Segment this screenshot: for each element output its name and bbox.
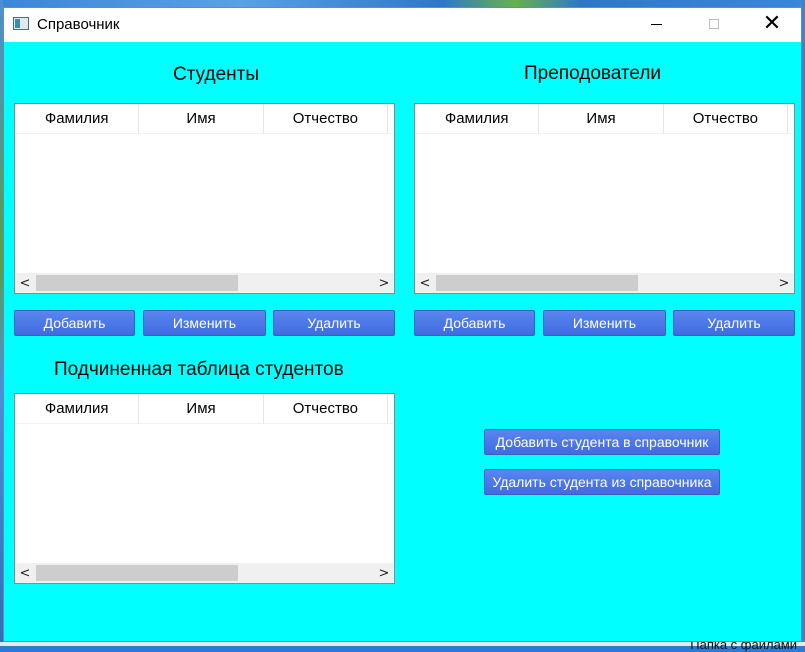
column-header-patronymic[interactable]: Отчество [263, 394, 389, 424]
sub-students-heading: Подчиненная таблица студентов [54, 359, 344, 380]
column-header-filler [388, 394, 394, 424]
teachers-heading: Преподователи [524, 63, 662, 84]
teachers-table-header: Фамилия Имя Отчество [415, 104, 794, 134]
column-header-surname[interactable]: Фамилия [15, 394, 140, 424]
students-heading: Студенты [173, 64, 260, 85]
maximize-button[interactable] [691, 8, 737, 40]
column-header-surname[interactable]: Фамилия [15, 104, 140, 134]
column-header-patronymic[interactable]: Отчество [263, 104, 389, 134]
remove-student-from-directory-button[interactable]: Удалить студента из справочника [484, 469, 720, 495]
teachers-delete-button[interactable]: Удалить [673, 310, 795, 336]
teachers-edit-button[interactable]: Изменить [543, 310, 666, 336]
column-header-surname[interactable]: Фамилия [415, 104, 540, 134]
students-table[interactable]: Фамилия Имя Отчество < > [14, 103, 395, 294]
students-add-button[interactable]: Добавить [14, 310, 135, 336]
column-header-name[interactable]: Имя [539, 104, 664, 134]
sub-students-table[interactable]: Фамилия Имя Отчество < > [14, 393, 395, 584]
scroll-thumb[interactable] [436, 275, 638, 291]
column-header-patronymic[interactable]: Отчество [663, 104, 789, 134]
teachers-add-button[interactable]: Добавить [414, 310, 535, 336]
sub-students-table-header: Фамилия Имя Отчество [15, 394, 394, 424]
scroll-right-icon[interactable]: > [375, 275, 393, 291]
close-button[interactable]: ✕ [749, 8, 795, 40]
app-window: Справочник ✕ Студенты Фамилия Имя Отчест… [3, 7, 802, 642]
add-student-to-directory-button[interactable]: Добавить студента в справочник [484, 429, 720, 455]
scroll-right-icon[interactable]: > [375, 565, 393, 581]
title-bar[interactable]: Справочник ✕ [4, 8, 801, 42]
column-header-name[interactable]: Имя [139, 104, 264, 134]
minimize-icon [650, 23, 662, 25]
students-delete-button[interactable]: Удалить [273, 310, 395, 336]
teachers-horizontal-scrollbar[interactable]: < > [415, 273, 794, 293]
scroll-thumb[interactable] [36, 275, 238, 291]
scroll-left-icon[interactable]: < [416, 275, 434, 291]
teachers-table[interactable]: Фамилия Имя Отчество < > [414, 103, 795, 294]
app-icon [13, 17, 29, 30]
students-edit-button[interactable]: Изменить [143, 310, 266, 336]
students-table-header: Фамилия Имя Отчество [15, 104, 394, 134]
scroll-thumb[interactable] [36, 565, 238, 581]
maximize-icon [709, 19, 719, 29]
column-header-filler [388, 104, 394, 134]
scroll-left-icon[interactable]: < [16, 275, 34, 291]
column-header-name[interactable]: Имя [139, 394, 264, 424]
students-horizontal-scrollbar[interactable]: < > [15, 273, 394, 293]
window-title: Справочник [37, 16, 120, 33]
column-header-filler [788, 104, 794, 134]
desktop-edge-bottom [0, 642, 805, 646]
sub-students-horizontal-scrollbar[interactable]: < > [15, 563, 394, 583]
scroll-left-icon[interactable]: < [16, 565, 34, 581]
scroll-right-icon[interactable]: > [775, 275, 793, 291]
minimize-button[interactable] [633, 8, 679, 40]
close-icon: ✕ [762, 11, 782, 36]
